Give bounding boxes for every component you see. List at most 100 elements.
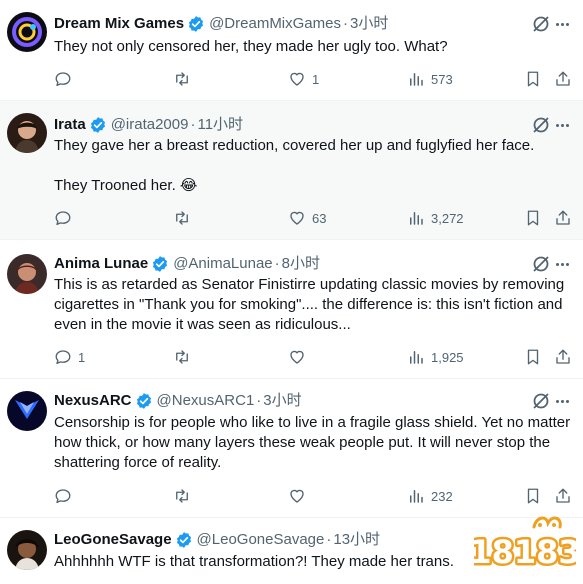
reply-button[interactable]	[54, 208, 78, 228]
views-button[interactable]: 3,272	[407, 208, 464, 228]
reply-count: 1	[78, 349, 86, 365]
tweet-paragraph: They Trooned her. 😂	[54, 177, 198, 194]
tweet-text: Censorship is for people who like to liv…	[54, 413, 574, 473]
views-count: 3,272	[431, 210, 464, 226]
retweet-button[interactable]	[173, 69, 197, 89]
author-name[interactable]: NexusARC	[54, 391, 132, 411]
share-button[interactable]	[554, 208, 572, 228]
views-button[interactable]: 232	[407, 486, 453, 506]
views-icon	[410, 212, 423, 225]
author-handle[interactable]: @DreamMixGames	[209, 14, 341, 34]
reply-icon	[55, 350, 71, 365]
retweet-button[interactable]	[173, 208, 197, 228]
bookmark-button[interactable]	[524, 347, 542, 367]
reply-button[interactable]	[54, 486, 78, 506]
avatar[interactable]	[7, 12, 47, 52]
grok-icon[interactable]	[531, 115, 551, 135]
verified-badge-icon	[151, 255, 169, 273]
author-handle[interactable]: @irata2009	[111, 115, 189, 135]
svg-text:18183: 18183	[474, 533, 576, 571]
share-button[interactable]	[554, 486, 572, 506]
grok-icon[interactable]	[531, 14, 551, 34]
author-name[interactable]: Anima Lunae	[54, 254, 148, 274]
reply-button[interactable]	[54, 69, 78, 89]
verified-badge-icon	[135, 392, 153, 410]
action-bar: 63 3,272	[54, 208, 574, 228]
tweet-text: They not only censored her, they made he…	[54, 37, 574, 57]
watermark-logo: 18183	[467, 513, 583, 577]
avatar[interactable]	[7, 113, 47, 153]
action-bar: 232	[54, 486, 574, 506]
author-name[interactable]: Irata	[54, 115, 86, 135]
like-count: 1	[312, 71, 320, 87]
author-handle[interactable]: @LeoGoneSavage	[197, 530, 325, 550]
author-handle[interactable]: @NexusARC1	[157, 391, 255, 411]
share-icon	[556, 71, 570, 86]
avatar[interactable]	[7, 254, 47, 294]
timestamp[interactable]: 13小时	[333, 530, 380, 550]
like-button[interactable]	[288, 486, 312, 506]
action-bar: 1 1,925	[54, 347, 574, 367]
share-button[interactable]	[554, 347, 572, 367]
more-icon[interactable]	[553, 115, 571, 135]
verified-badge-icon	[187, 15, 205, 33]
retweet-button[interactable]	[173, 347, 197, 367]
tweet[interactable]: Dream Mix Games @DreamMixGames · 3小时 The…	[0, 0, 583, 101]
like-button[interactable]: 63	[288, 208, 326, 228]
grok-icon[interactable]	[531, 254, 551, 274]
share-icon	[556, 210, 570, 225]
share-icon	[556, 488, 570, 503]
like-icon	[290, 489, 304, 503]
tweet-paragraph: This is as retarded as Senator Finistirr…	[54, 276, 565, 333]
retweet-button[interactable]	[173, 486, 197, 506]
like-button[interactable]	[288, 347, 312, 367]
bookmark-button[interactable]	[524, 486, 542, 506]
action-bar: 1 573	[54, 69, 574, 89]
avatar[interactable]	[7, 530, 47, 570]
avatar[interactable]	[7, 391, 47, 431]
timestamp[interactable]: 8小时	[282, 254, 320, 274]
separator-dot: ·	[190, 116, 196, 133]
tweet[interactable]: Irata @irata2009 · 11小时 They gave her a …	[0, 101, 583, 240]
author-handle[interactable]: @AnimaLunae	[173, 254, 272, 274]
like-icon	[290, 72, 304, 86]
views-count: 573	[431, 71, 453, 87]
author-name[interactable]: LeoGoneSavage	[54, 530, 172, 550]
bookmark-button[interactable]	[524, 208, 542, 228]
separator-dot: ·	[326, 531, 332, 548]
bookmark-icon	[527, 71, 539, 87]
separator-dot: ·	[256, 392, 262, 409]
timestamp[interactable]: 3小时	[350, 14, 388, 34]
tweet[interactable]: Anima Lunae @AnimaLunae · 8小时 This is as…	[0, 240, 583, 379]
more-icon[interactable]	[553, 254, 571, 274]
retweet-icon	[176, 489, 188, 503]
reply-icon	[55, 72, 71, 87]
separator-dot: ·	[343, 15, 348, 32]
grok-icon[interactable]	[531, 391, 551, 411]
author-name[interactable]: Dream Mix Games	[54, 14, 184, 34]
retweet-icon	[176, 72, 188, 86]
share-button[interactable]	[554, 69, 572, 89]
views-icon	[410, 351, 423, 364]
tweet[interactable]: NexusARC @NexusARC1 · 3小时 Censorship is …	[0, 379, 583, 518]
retweet-icon	[176, 350, 188, 364]
timestamp[interactable]: 3小时	[263, 391, 301, 411]
tweet-paragraph: They gave her a breast reduction, covere…	[54, 137, 535, 154]
reply-icon	[55, 211, 71, 226]
retweet-icon	[176, 211, 188, 225]
reply-icon	[55, 489, 71, 504]
like-button[interactable]: 1	[288, 69, 319, 89]
bookmark-button[interactable]	[524, 69, 542, 89]
tweet-text: They gave her a breast reduction, covere…	[54, 136, 574, 196]
views-button[interactable]: 573	[407, 69, 453, 89]
more-icon[interactable]	[553, 14, 571, 34]
bookmark-icon	[527, 349, 539, 365]
bookmark-icon	[527, 210, 539, 226]
views-button[interactable]: 1,925	[407, 347, 464, 367]
views-count: 232	[431, 488, 453, 504]
tweet-paragraph: They not only censored her, they made he…	[54, 38, 448, 55]
more-icon[interactable]	[553, 391, 571, 411]
views-icon	[410, 490, 423, 503]
timestamp[interactable]: 11小时	[197, 115, 243, 135]
reply-button[interactable]: 1	[54, 347, 85, 367]
